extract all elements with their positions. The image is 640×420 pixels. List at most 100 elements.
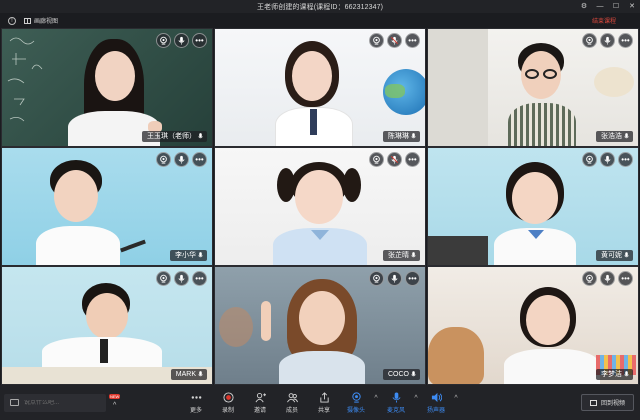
mic-small-icon [198, 371, 203, 377]
video-tile-participant[interactable]: ••• 李梦洁 [427, 266, 639, 385]
chat-input-box[interactable] [4, 393, 106, 412]
title-bar: 王老师创建的课程(课程ID：662312347) ⚙ — ☐ ✕ [0, 0, 640, 13]
mic-small-icon [411, 252, 416, 258]
microphone-muted-icon[interactable] [387, 152, 402, 167]
participant-name: 张芷晴 [388, 252, 409, 259]
tile-controls: ••• [582, 271, 633, 286]
invite-icon [255, 391, 266, 403]
camera-label: 摄像头 [346, 408, 365, 414]
record-icon [222, 391, 234, 403]
more-icon[interactable]: ••• [618, 33, 633, 48]
microphone-icon [391, 391, 402, 403]
participant-name: 陈琳琳 [388, 133, 409, 140]
video-tile-participant[interactable]: ••• 陈琳琳 [214, 28, 426, 147]
close-icon[interactable]: ✕ [628, 0, 636, 13]
camera-icon[interactable] [582, 152, 597, 167]
video-tile-participant[interactable]: ••• COCO [214, 266, 426, 385]
mic-small-icon [624, 252, 629, 258]
camera-options-chevron[interactable]: ^ [372, 395, 380, 402]
camera-button[interactable]: 摄像头 [340, 391, 372, 414]
speaker-button[interactable]: 扬声器 [420, 391, 452, 414]
microphone-icon[interactable] [600, 152, 615, 167]
video-grid: ••• 王玉琪（老师） ••• 陈琳琳 ••• 张浩浩 ••• 李小华 ••• … [1, 28, 639, 385]
back-to-video-button[interactable]: 回到视频 [580, 394, 634, 411]
mic-small-icon [411, 371, 416, 377]
camera-icon[interactable] [156, 152, 171, 167]
microphone-options-chevron[interactable]: ^ [412, 395, 420, 402]
video-conference-window: 王老师创建的课程(课程ID：662312347) ⚙ — ☐ ✕ ! 画廊视图 … [0, 0, 640, 420]
camera-icon[interactable] [582, 33, 597, 48]
more-icon[interactable]: ••• [405, 152, 420, 167]
microphone-label: 麦克风 [386, 408, 405, 414]
meeting-tools: 更多 录制 邀请 成员 共享 摄像头 ^ 麦克风 ^ 扬声器 ^ [180, 385, 460, 420]
minimize-icon[interactable]: — [596, 0, 604, 13]
participant-name-tag: MARK [170, 369, 207, 380]
chat-expand[interactable]: NEW ^ [109, 393, 125, 412]
microphone-icon[interactable] [174, 271, 189, 286]
video-tile-participant[interactable]: ••• 张浩浩 [427, 28, 639, 147]
more-icon[interactable]: ••• [192, 271, 207, 286]
chat-input[interactable] [24, 399, 94, 406]
more-icon[interactable]: ••• [405, 33, 420, 48]
tile-controls: ••• [582, 33, 633, 48]
camera-icon[interactable] [369, 271, 384, 286]
more-icon[interactable]: ••• [618, 152, 633, 167]
record-button[interactable]: 录制 [212, 391, 244, 414]
camera-icon[interactable] [369, 152, 384, 167]
microphone-icon[interactable] [600, 33, 615, 48]
gallery-view-label: 画廊视图 [34, 19, 59, 25]
participant-name-tag: 王玉琪（老师） [142, 131, 207, 142]
participant-name: MARK [175, 371, 196, 378]
more-icon[interactable]: ••• [192, 152, 207, 167]
tile-controls: ••• [582, 152, 633, 167]
end-class-button[interactable]: 结束课程 [592, 16, 616, 25]
camera-icon[interactable] [156, 33, 171, 48]
participant-name: COCO [388, 371, 409, 378]
more-icon[interactable]: ••• [192, 33, 207, 48]
video-tile-participant[interactable]: ••• MARK [1, 266, 213, 385]
microphone-icon[interactable] [174, 152, 189, 167]
chevron-up-icon[interactable]: ^ [113, 402, 116, 409]
members-icon [286, 391, 298, 403]
speaker-options-chevron[interactable]: ^ [452, 395, 460, 402]
camera-icon[interactable] [369, 33, 384, 48]
camera-icon[interactable] [156, 271, 171, 286]
microphone-button[interactable]: 麦克风 [380, 391, 412, 414]
participant-name-tag: 李梦洁 [596, 369, 633, 380]
video-tile-participant[interactable]: ••• 黄可妮 [427, 147, 639, 266]
participant-name-tag: 李小华 [170, 250, 207, 261]
settings-icon[interactable]: ⚙ [580, 0, 588, 13]
microphone-icon[interactable] [174, 33, 189, 48]
info-icon[interactable]: ! [8, 16, 16, 25]
video-tile-teacher[interactable]: ••• 王玉琪（老师） [1, 28, 213, 147]
participant-name: 王玉琪（老师） [147, 133, 196, 140]
tile-controls: ••• [369, 271, 420, 286]
participant-name-tag: 陈琳琳 [383, 131, 420, 142]
mic-small-icon [624, 133, 629, 139]
speaker-icon [431, 391, 442, 403]
window-controls: ⚙ — ☐ ✕ [580, 0, 636, 13]
more-icon[interactable]: ••• [618, 271, 633, 286]
video-tile-participant[interactable]: ••• 李小华 [1, 147, 213, 266]
microphone-muted-icon[interactable] [387, 33, 402, 48]
invite-button[interactable]: 邀请 [244, 391, 276, 414]
participant-name-tag: 张芷晴 [383, 250, 420, 261]
mic-small-icon [198, 133, 203, 139]
members-button[interactable]: 成员 [276, 391, 308, 414]
camera-icon [351, 391, 362, 403]
tile-controls: ••• [369, 33, 420, 48]
microphone-icon[interactable] [387, 271, 402, 286]
tile-controls: ••• [369, 152, 420, 167]
maximize-icon[interactable]: ☐ [612, 0, 620, 13]
video-return-icon [589, 399, 597, 406]
members-label: 成员 [285, 408, 298, 414]
microphone-icon[interactable] [600, 271, 615, 286]
video-tile-participant[interactable]: ••• 张芷晴 [214, 147, 426, 266]
more-button[interactable]: 更多 [180, 391, 212, 414]
new-badge: NEW [109, 393, 121, 399]
camera-icon[interactable] [582, 271, 597, 286]
gallery-view-toggle[interactable]: 画廊视图 [24, 16, 58, 25]
more-icon[interactable]: ••• [405, 271, 420, 286]
share-button[interactable]: 共享 [308, 391, 340, 414]
more-icon [191, 391, 202, 403]
